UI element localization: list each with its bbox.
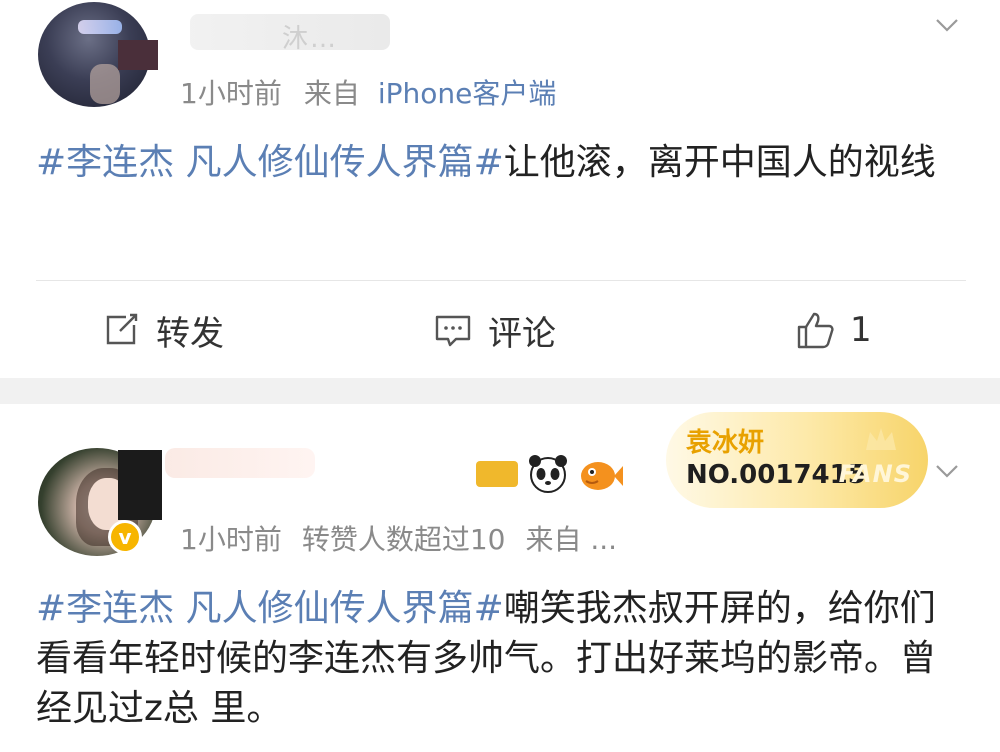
username[interactable]: 沐… [190,14,390,54]
like-count: 1 [850,310,872,350]
from-label: 来自 [303,77,360,110]
like-button[interactable]: 1 [794,305,872,355]
crown-icon [866,428,896,450]
fans-badge-name: 袁冰妍 [686,428,765,458]
censor-block [118,40,158,70]
panda-emoji-icon [529,455,567,493]
folder-emoji-icon [476,461,518,487]
username-text: 沐… [282,24,339,54]
post-body: 让他滚，离开中国人的视线 [503,142,936,183]
source-client[interactable]: iPhone客户端 [378,77,557,110]
hashtag-link[interactable]: #李连杰 凡人修仙传人界篇# [36,588,504,629]
censor-block [118,450,162,520]
hashtag-link[interactable]: #李连杰 凡人修仙传人界篇# [36,142,504,183]
avatar-light [78,20,122,34]
fish-emoji-icon [581,462,623,490]
username[interactable] [165,448,315,478]
username-emojis [476,452,624,496]
fans-badge[interactable]: 袁冰妍 NO.0017415 FANS [666,412,928,508]
post-content: #李连杰 凡人修仙传人界篇#让他滚，离开中国人的视线 [36,138,966,188]
chevron-down-icon[interactable] [934,458,960,484]
comment-button[interactable]: 评论 [432,305,556,355]
post-meta: 1小时前 来自 iPhone客户端 [180,72,556,112]
weibo-post-1: 沐… 1小时前 来自 iPhone客户端 #李连杰 凡人修仙传人界篇#让他滚，离开中… [0,0,1000,378]
repost-label: 转发 [156,313,224,354]
like-icon [797,312,834,349]
divider [36,280,966,281]
post-separator [0,378,1000,404]
repost-button[interactable]: 转发 [100,305,224,355]
post-meta: 1小时前 转赞人数超过10 来自 ... [180,518,637,558]
repost-icon [106,313,138,345]
post-time: 1小时前 [180,77,282,110]
chevron-down-icon[interactable] [934,12,960,38]
repost-info: 转赞人数超过10 [301,523,506,556]
comment-icon [435,315,471,347]
from-label: 来自 ... [525,523,618,556]
comment-label: 评论 [488,313,556,354]
post-content: #李连杰 凡人修仙传人界篇#嘲笑我杰叔开屏的，给你们看看年轻时候的李连杰有多帅气… [36,584,966,734]
avatar-hand [90,64,120,104]
verified-icon: v [108,520,142,554]
fans-badge-label: FANS [838,460,912,488]
post-time: 1小时前 [180,523,282,556]
